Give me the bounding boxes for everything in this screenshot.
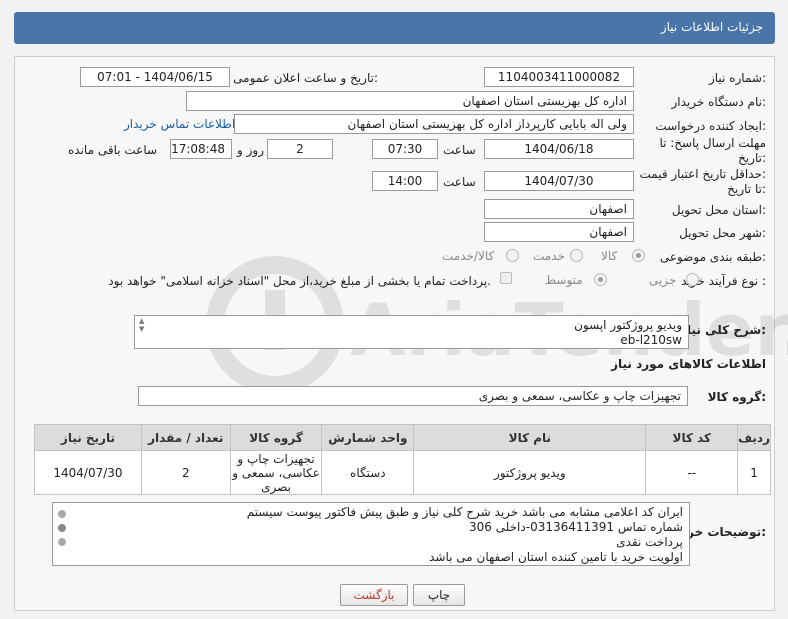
category-option-service: خدمت [533,249,565,263]
cell-row-number: 1 [737,450,771,495]
price-time-field: 14:00 [372,171,438,191]
price-validity-label: حداقل تاریخ اعتبار قیمت: [639,167,766,181]
category-label: طبقه بندی موضوعی: [659,250,766,264]
price-validity-date-label: تا تاریخ: [727,182,766,196]
page-header: جزئیات اطلاعات نیاز [14,12,775,44]
cell-unit: دستگاه [321,450,415,495]
col-header-goods-name: نام کالا [413,424,647,451]
reply-deadline-label: مهلت ارسال پاسخ: تا [659,136,766,150]
process-option-medium: متوسط [545,273,583,287]
cell-goods-name: ویدیو پروژکتور [413,450,647,495]
reply-time-field: 07:30 [372,139,438,159]
requester-field: ولی اله بابایی کارپرداز اداره کل بهزیستی… [234,114,634,134]
process-option-minor: جزیی [649,273,677,287]
scroll-dot-icon [58,524,66,532]
reply-time-label: ساعت [443,143,476,157]
cell-quantity: 2 [140,450,231,495]
description-label: شرح کلی نیاز: [680,323,766,337]
print-button[interactable]: چاپ [413,584,465,606]
price-time-label: ساعت [443,175,476,189]
goods-info-title: اطلاعات کالاهای مورد نیاز [611,357,766,371]
requester-label: ایجاد کننده درخواست: [655,119,766,133]
process-radio-medium[interactable] [594,273,607,286]
announce-field: 1404/06/15 - 07:01 [80,67,230,87]
buyer-org-field: اداره کل بهزیستی استان اصفهان [186,91,634,111]
city-label: شهر محل تحویل: [679,226,766,240]
announce-label: تاریخ و ساعت اعلان عمومی: [233,71,378,85]
cell-goods-code: -- [645,450,739,495]
buyer-contact-link[interactable]: اطلاعات تماس خریدار [124,117,235,131]
description-field[interactable]: ویدیو پروژکتور اپسون eb-l210sw [134,315,689,349]
goods-table: ردیف کد کالا نام کالا واحد شمارش گروه کا… [34,424,771,495]
category-radio-goods[interactable] [632,249,645,262]
scroll-dot-icon [58,510,66,518]
table-header-row: ردیف کد کالا نام کالا واحد شمارش گروه کا… [34,424,771,451]
category-radio-service[interactable] [570,249,583,262]
col-header-need-date: تاریخ نیاز [34,424,142,451]
need-number-label: شماره نیاز: [708,71,766,85]
col-header-row-number: ردیف [737,424,771,451]
back-button[interactable]: بازگشت [340,584,408,606]
notes-scrollbar[interactable] [57,506,67,560]
reply-date-field: 1404/06/18 [484,139,634,159]
scroll-dot-icon [58,538,66,546]
col-header-quantity: تعداد / مقدار [140,424,231,451]
goods-group-label: گروه کالا: [707,390,766,404]
category-radio-both[interactable] [506,249,519,262]
need-number-field: 1104003411000082 [484,67,634,87]
process-radio-minor[interactable] [686,273,699,286]
category-option-goods: کالا [601,249,618,263]
price-date-field: 1404/07/30 [484,171,634,191]
scroll-up-icon[interactable]: ▲ [139,317,144,325]
days-label: روز و [237,143,264,157]
cell-need-date: 1404/07/30 [34,450,142,495]
remaining-time-label: ساعت باقی مانده [68,143,158,157]
remaining-time-field: 17:08:48 [170,139,232,159]
treasury-checkbox[interactable] [500,272,512,284]
buyer-notes-field[interactable]: ایران کد اعلامی مشابه می باشد خرید شرح ک… [52,502,690,566]
province-label: استان محل تحویل: [671,203,766,217]
province-field: اصفهان [484,199,634,219]
col-header-unit: واحد شمارش [321,424,415,451]
days-field: 2 [267,139,333,159]
buyer-org-label: نام دستگاه خریدار: [671,95,767,109]
col-header-goods-group: گروه کالا [229,424,323,451]
goods-group-field: تجهیزات چاپ و عکاسی، سمعی و بصری [138,386,688,406]
table-row: 1 -- ویدیو پروژکتور دستگاه تجهیزات چاپ و… [34,450,771,495]
col-header-goods-code: کد کالا [645,424,739,451]
scroll-down-icon[interactable]: ▼ [139,325,144,333]
cell-goods-group: تجهیزات چاپ و عکاسی، سمعی و بصری [229,450,323,495]
payment-note: پرداخت تمام یا بخشی از مبلغ خرید،از محل … [108,274,491,288]
category-option-both: کالا/خدمت [442,249,495,263]
city-field: اصفهان [484,222,634,242]
page-title: جزئیات اطلاعات نیاز [660,20,763,34]
reply-deadline-date-label: تاریخ: [738,151,766,165]
